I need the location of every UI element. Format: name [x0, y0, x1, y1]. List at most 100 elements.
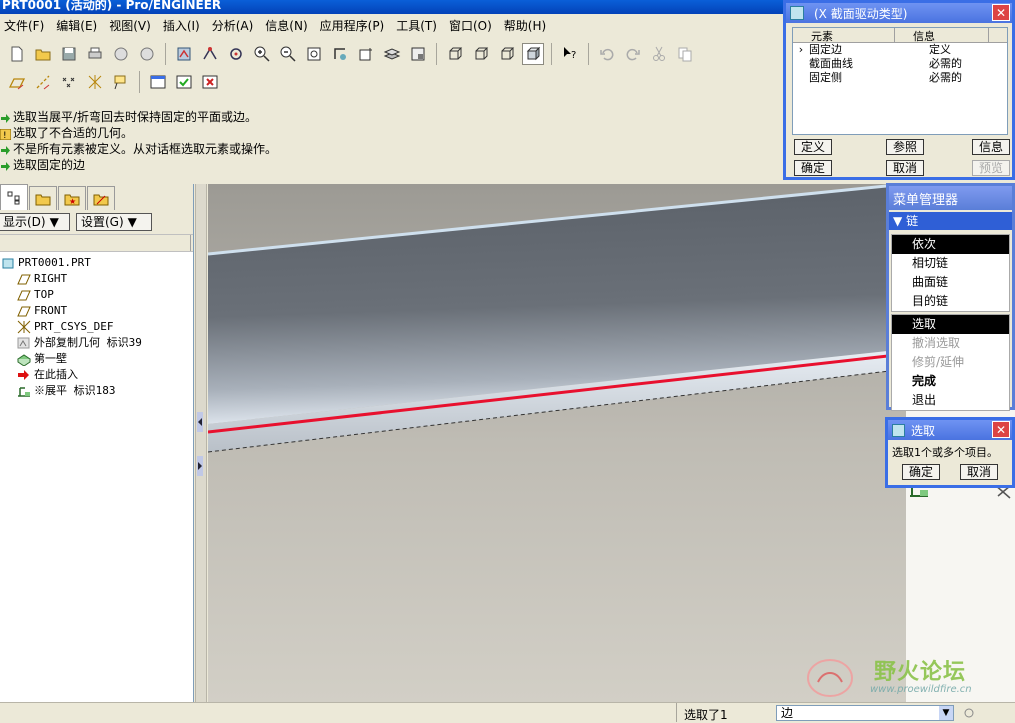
menu-item-one-by-one[interactable]: 依次 — [892, 235, 1009, 254]
tree-node-part[interactable]: PRT0001.PRT — [0, 255, 193, 271]
send-attachment-icon[interactable] — [136, 43, 158, 65]
tree-node-first-wall[interactable]: 第一壁 — [0, 351, 193, 367]
undo-icon[interactable] — [596, 43, 618, 65]
favorites-tab[interactable]: ★ — [58, 186, 86, 210]
save-icon[interactable] — [58, 43, 80, 65]
datum-axis-display-icon[interactable] — [32, 71, 54, 93]
copy-geom-icon — [16, 336, 32, 350]
menu-item-trim-extend[interactable]: 修剪/延伸 — [892, 353, 1009, 372]
collapse-left-icon[interactable] — [197, 412, 203, 432]
menu-file[interactable]: 文件(F) — [4, 17, 52, 34]
settings-dropdown[interactable]: 设置(G) ▼ — [76, 213, 152, 231]
table-row[interactable]: › 固定边 定义 — [793, 43, 1007, 57]
tree-node-label: FRONT — [34, 304, 68, 317]
menu-view[interactable]: 视图(V) — [109, 17, 159, 34]
selection-filter[interactable]: 边 ▼ — [776, 705, 954, 721]
tree-controls: 显示(D) ▼ 设置(G) ▼ — [0, 210, 193, 234]
message-text: 选取了不合适的几何。 — [13, 126, 134, 140]
no-hidden-icon[interactable] — [496, 43, 518, 65]
folder-browser-tab[interactable] — [29, 186, 57, 210]
menu-item-intent-chain[interactable]: 目的链 — [892, 292, 1009, 311]
tree-node-right[interactable]: RIGHT — [0, 271, 193, 287]
menu-insert[interactable]: 插入(I) — [163, 17, 208, 34]
open-folder-icon[interactable] — [32, 43, 54, 65]
shading-icon[interactable] — [522, 43, 544, 65]
chevron-down-icon[interactable]: ▼ — [939, 706, 953, 720]
tree-column-header[interactable] — [0, 234, 193, 252]
menu-item-quit[interactable]: 退出 — [892, 391, 1009, 410]
hidden-line-icon[interactable] — [470, 43, 492, 65]
menu-item-unselect[interactable]: 撤消选取 — [892, 334, 1009, 353]
close-icon[interactable]: ✕ — [992, 4, 1010, 21]
current-row-indicator-icon: › — [798, 43, 804, 56]
saved-views-icon[interactable] — [355, 43, 377, 65]
menu-applications[interactable]: 应用程序(P) — [320, 17, 393, 34]
context-help-icon[interactable]: ? — [559, 43, 581, 65]
graphics-window[interactable] — [208, 184, 906, 702]
expand-right-icon[interactable] — [197, 456, 203, 476]
zoom-out-icon[interactable] — [277, 43, 299, 65]
model-view[interactable] — [208, 184, 906, 702]
ok-button[interactable]: 确定 — [794, 160, 832, 176]
view-manager-icon[interactable] — [407, 43, 429, 65]
menu-item-done[interactable]: 完成 — [892, 372, 1009, 391]
row-element: 固定侧 — [809, 71, 842, 84]
tree-node-front[interactable]: FRONT — [0, 303, 193, 319]
close-window-icon[interactable] — [199, 71, 221, 93]
menu-item-surface-chain[interactable]: 曲面链 — [892, 273, 1009, 292]
zoom-in-icon[interactable] — [251, 43, 273, 65]
layers-icon[interactable] — [381, 43, 403, 65]
print-icon[interactable] — [84, 43, 106, 65]
tree-node-top[interactable]: TOP — [0, 287, 193, 303]
menu-analysis[interactable]: 分析(A) — [212, 17, 262, 34]
pin-icon[interactable] — [962, 706, 976, 720]
svg-text:!: ! — [3, 131, 7, 140]
repaint-icon[interactable] — [199, 43, 221, 65]
csys-display-icon[interactable] — [84, 71, 106, 93]
menu-window[interactable]: 窗口(O) — [449, 17, 500, 34]
connections-tab[interactable] — [87, 186, 115, 210]
send-mail-icon[interactable] — [110, 43, 132, 65]
show-label: 显示(D) — [3, 215, 46, 229]
define-button[interactable]: 定义 — [794, 139, 832, 155]
tree-node-copy-geom[interactable]: 外部复制几何 标识39 — [0, 335, 193, 351]
copy-icon[interactable] — [674, 43, 696, 65]
cancel-button[interactable]: 取消 — [886, 160, 924, 176]
activate-window-icon[interactable] — [173, 71, 195, 93]
menu-help[interactable]: 帮助(H) — [504, 17, 554, 34]
panel-splitter[interactable] — [194, 184, 208, 702]
menu-info[interactable]: 信息(N) — [265, 17, 315, 34]
wireframe-icon[interactable] — [444, 43, 466, 65]
redo-icon[interactable] — [622, 43, 644, 65]
close-icon[interactable]: ✕ — [992, 421, 1010, 438]
ok-button[interactable]: 确定 — [902, 464, 940, 480]
preview-button[interactable]: 预览 — [972, 160, 1010, 176]
menu-item-select[interactable]: 选取 — [892, 315, 1009, 334]
status-bar: 选取了1 边 ▼ — [0, 702, 1015, 722]
refit-icon[interactable] — [303, 43, 325, 65]
model-tree-tab[interactable] — [0, 184, 28, 210]
tree-node-csys[interactable]: PRT_CSYS_DEF — [0, 319, 193, 335]
cut-icon[interactable] — [648, 43, 670, 65]
reference-button[interactable]: 参照 — [886, 139, 924, 155]
tree-node-insert-here[interactable]: 在此插入 — [0, 367, 193, 383]
spin-center-icon[interactable] — [225, 43, 247, 65]
dialog-title: (X 截面驱动类型) — [814, 6, 908, 21]
menu-tools[interactable]: 工具(T) — [396, 17, 445, 34]
tree-node-unbend[interactable]: ※展平 标识183 — [0, 383, 193, 399]
window-icon[interactable] — [147, 71, 169, 93]
annotation-display-icon[interactable] — [110, 71, 132, 93]
datum-plane-display-icon[interactable] — [6, 71, 28, 93]
new-file-icon[interactable] — [6, 43, 28, 65]
info-button[interactable]: 信息 — [972, 139, 1010, 155]
regenerate-icon[interactable] — [173, 43, 195, 65]
table-row[interactable]: 截面曲线 必需的 — [793, 57, 1007, 71]
show-dropdown[interactable]: 显示(D) ▼ — [0, 213, 70, 231]
cancel-button[interactable]: 取消 — [960, 464, 998, 480]
datum-point-display-icon[interactable] — [58, 71, 80, 93]
reorient-icon[interactable] — [329, 43, 351, 65]
menu-item-tangent-chain[interactable]: 相切链 — [892, 254, 1009, 273]
menu-edit[interactable]: 编辑(E) — [56, 17, 105, 34]
menu-header-chain[interactable]: ▼ 链 — [889, 212, 1012, 230]
table-row[interactable]: 固定侧 必需的 — [793, 71, 1007, 85]
